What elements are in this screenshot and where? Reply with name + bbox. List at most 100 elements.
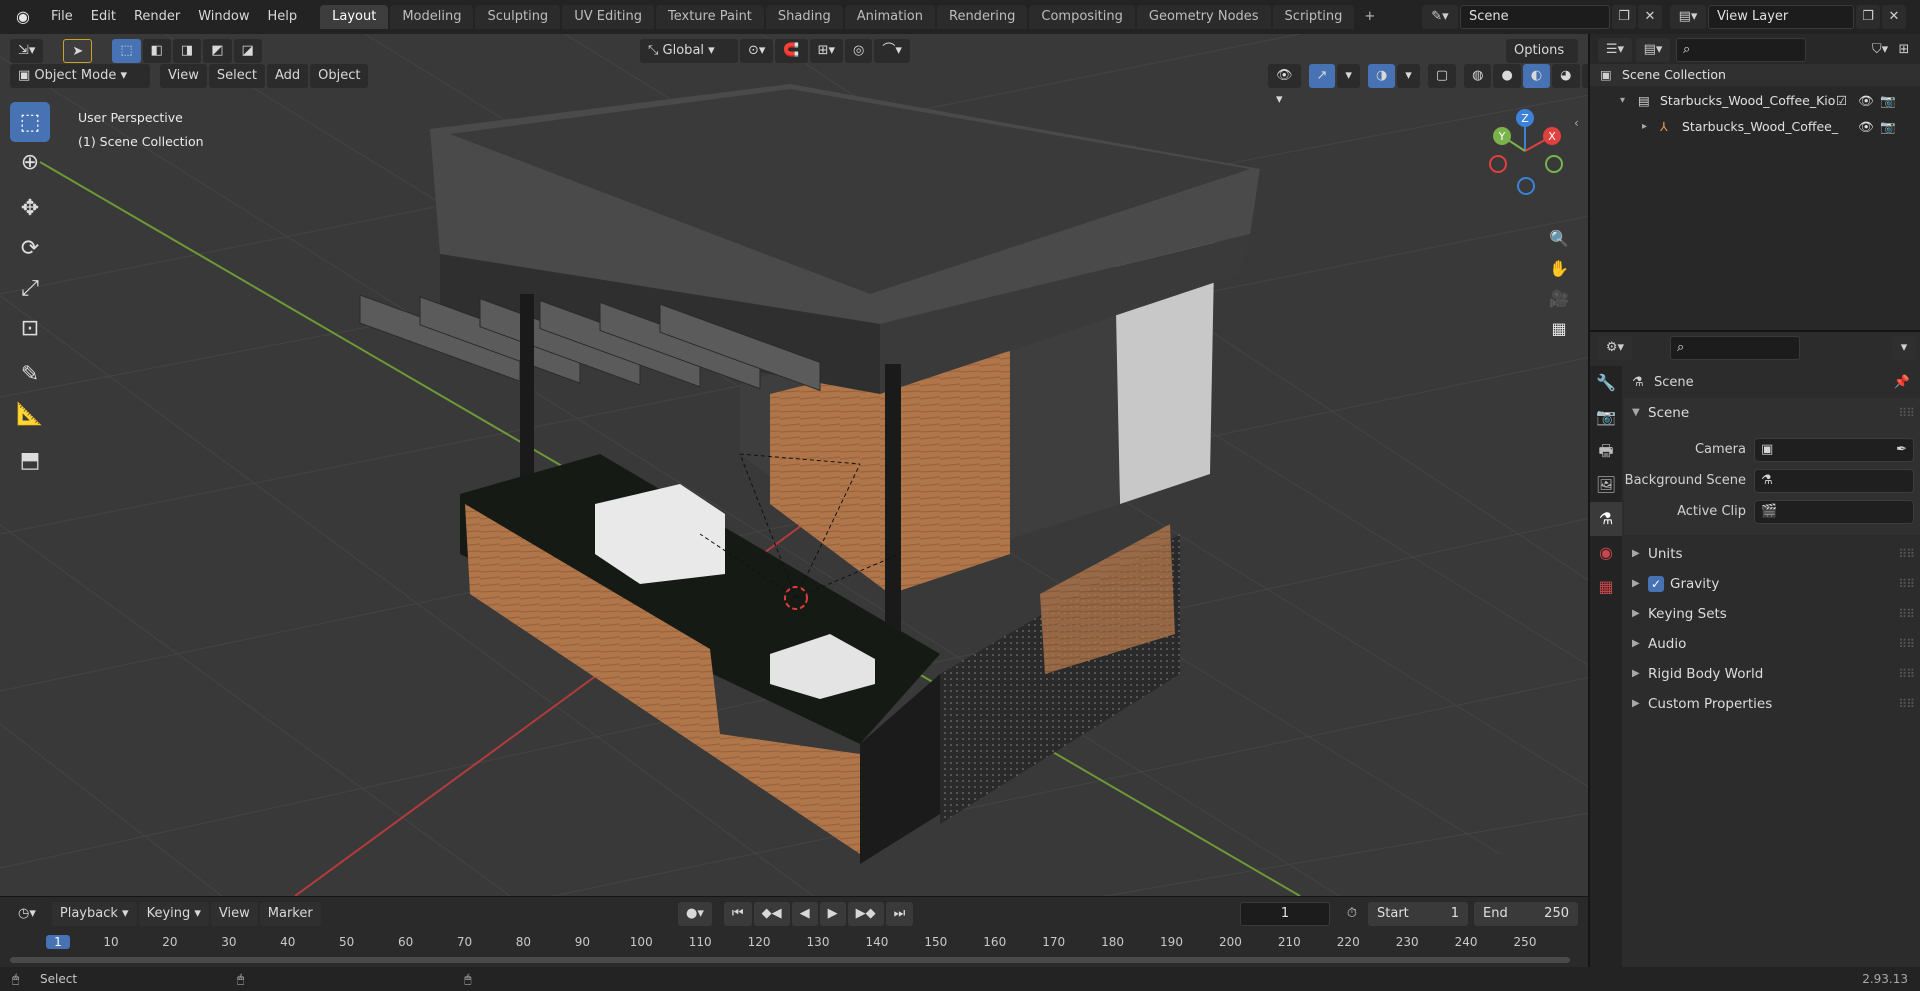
- menu-edit[interactable]: Edit: [82, 0, 125, 34]
- timeline-scrollbar[interactable]: [10, 957, 1570, 963]
- visibility-eye-icon[interactable]: 👁: [1858, 114, 1880, 140]
- gravity-checkbox[interactable]: ✓: [1648, 576, 1664, 592]
- tool-tab-icon[interactable]: 🔧: [1590, 366, 1622, 400]
- transform-tool-icon[interactable]: ⊡: [10, 308, 50, 348]
- texture-tab-icon[interactable]: ▦: [1590, 570, 1622, 604]
- tab-animation[interactable]: Animation: [844, 5, 935, 29]
- tab-compositing[interactable]: Compositing: [1029, 5, 1135, 29]
- record-icon[interactable]: ●▾: [678, 902, 712, 926]
- scene-tab-icon[interactable]: ⚗: [1590, 502, 1622, 536]
- prev-keyframe-icon[interactable]: ◆◀: [753, 902, 790, 926]
- jump-start-icon[interactable]: ⏮: [723, 902, 752, 926]
- move-tool-icon[interactable]: ✥: [10, 188, 50, 228]
- drag-handle-icon[interactable]: ⠿⠿: [1898, 629, 1915, 659]
- outliner-row-collection[interactable]: ▾ ▤ Starbucks_Wood_Coffee_Kios ☑ 👁 📷: [1620, 88, 1920, 114]
- camera-field[interactable]: ▣ ✒: [1754, 437, 1914, 462]
- end-frame-field[interactable]: End 250: [1474, 902, 1578, 926]
- eyedropper-icon[interactable]: ✒: [1896, 442, 1907, 457]
- xray-icon[interactable]: ▢: [1427, 64, 1457, 88]
- proportional-falloff-icon[interactable]: ⌒▾: [874, 39, 910, 63]
- visibility-eye-icon[interactable]: 👁: [1858, 88, 1880, 114]
- view-layer-tab-icon[interactable]: 🖼: [1590, 468, 1622, 502]
- outliner-editor-icon[interactable]: ☰▾: [1598, 38, 1632, 62]
- play-reverse-icon[interactable]: ◀: [791, 902, 818, 926]
- frame-ruler[interactable]: 1 10 20 30 40 50 60 70 80 90 100 110 120 130 140 150 160…: [0, 933, 1588, 955]
- properties-options-icon[interactable]: ▾: [1892, 336, 1916, 360]
- select-mode-invert-icon[interactable]: ◩: [203, 39, 232, 63]
- render-camera-icon[interactable]: 📷: [1880, 114, 1900, 140]
- gizmo-toggle-icon[interactable]: ↗: [1308, 64, 1336, 88]
- menu-file[interactable]: File: [42, 0, 82, 34]
- zoom-icon[interactable]: 🔍: [1544, 224, 1574, 254]
- select-mode-intersect-icon[interactable]: ◪: [233, 39, 262, 63]
- snap-icon[interactable]: 🧲: [775, 39, 808, 63]
- rigid-body-world-panel[interactable]: ▶ Rigid Body World ⠿⠿: [1624, 659, 1920, 689]
- custom-properties-panel[interactable]: ▶ Custom Properties ⠿⠿: [1624, 689, 1920, 719]
- overlay-dropdown-icon[interactable]: ▾: [1397, 64, 1420, 88]
- menu-render[interactable]: Render: [125, 0, 189, 34]
- scene-name-field[interactable]: Scene: [1460, 5, 1610, 29]
- active-clip-field[interactable]: 🎬: [1754, 499, 1914, 524]
- background-scene-field[interactable]: ⚗: [1754, 468, 1914, 493]
- render-camera-icon[interactable]: 📷: [1880, 88, 1900, 114]
- gizmo-dropdown-icon[interactable]: ▾: [1337, 64, 1360, 88]
- menu-object[interactable]: Object: [310, 64, 369, 88]
- menu-help[interactable]: Help: [259, 0, 307, 34]
- start-frame-field[interactable]: Start 1: [1368, 902, 1468, 926]
- timeline-scroll-thumb[interactable]: [10, 957, 1570, 963]
- view-layer-name-field[interactable]: View Layer: [1708, 5, 1854, 29]
- expand-chevron-icon[interactable]: ▸: [1642, 114, 1660, 140]
- current-frame-marker[interactable]: 1: [46, 935, 70, 949]
- menu-keying[interactable]: Keying ▾: [138, 902, 209, 926]
- view-layer-close-icon[interactable]: ✕: [1882, 5, 1906, 29]
- navigation-gizmo[interactable]: Z X Y: [1480, 106, 1570, 196]
- options-dropdown[interactable]: Options ▾: [1506, 39, 1578, 82]
- filter-icon[interactable]: ⛉▾: [1868, 38, 1892, 62]
- gravity-panel[interactable]: ▶ ✓ Gravity ⠿⠿: [1624, 569, 1920, 599]
- add-cube-tool-icon[interactable]: ⬒: [10, 440, 50, 480]
- tab-sculpting[interactable]: Sculpting: [475, 5, 561, 29]
- outliner-row-scene-collection[interactable]: ▣ Scene Collection: [1600, 62, 1726, 88]
- ortho-grid-icon[interactable]: ▦: [1544, 314, 1574, 344]
- menu-marker[interactable]: Marker: [259, 902, 321, 926]
- annotate-tool-icon[interactable]: ✎: [10, 354, 50, 394]
- menu-timeline-view[interactable]: View: [210, 902, 258, 926]
- timeline-editor-icon[interactable]: ◷▾: [10, 902, 44, 926]
- drag-handle-icon[interactable]: ⠿⠿: [1898, 689, 1915, 719]
- drag-handle-icon[interactable]: ⠿⠿: [1898, 599, 1915, 629]
- preview-range-icon[interactable]: ⏱: [1340, 902, 1364, 926]
- audio-panel[interactable]: ▶ Audio ⠿⠿: [1624, 629, 1920, 659]
- shading-wireframe-icon[interactable]: ◍: [1464, 64, 1492, 88]
- jump-end-icon[interactable]: ⏭: [885, 902, 914, 926]
- camera-view-icon[interactable]: 🎥: [1544, 284, 1574, 314]
- scene-close-icon[interactable]: ✕: [1638, 5, 1662, 29]
- menu-playback[interactable]: Playback ▾: [51, 902, 137, 926]
- sidebar-toggle-icon[interactable]: ‹: [1574, 116, 1579, 130]
- tab-geometry-nodes[interactable]: Geometry Nodes: [1136, 5, 1271, 29]
- play-icon[interactable]: ▶: [819, 902, 846, 926]
- select-box-tool-icon[interactable]: ⬚: [10, 102, 50, 142]
- tab-rendering[interactable]: Rendering: [937, 5, 1028, 29]
- visibility-icon[interactable]: 👁▾: [1268, 64, 1301, 107]
- editor-type-icon[interactable]: ⇲▾: [10, 39, 44, 63]
- exclude-checkbox-icon[interactable]: ☑: [1836, 88, 1858, 114]
- menu-select[interactable]: Select: [208, 64, 265, 88]
- keying-sets-panel[interactable]: ▶ Keying Sets ⠿⠿: [1624, 599, 1920, 629]
- display-mode-icon[interactable]: ▤▾: [1636, 38, 1670, 62]
- pin-icon[interactable]: 📌: [1894, 375, 1910, 390]
- menu-view[interactable]: View: [160, 64, 207, 88]
- select-mode-new-icon[interactable]: ⬚: [112, 39, 141, 63]
- new-collection-icon[interactable]: ⊞: [1892, 38, 1916, 62]
- drag-handle-icon[interactable]: ⠿⠿: [1898, 659, 1915, 689]
- view-layer-copy-icon[interactable]: ❐: [1856, 5, 1880, 29]
- output-tab-icon[interactable]: 🖶: [1590, 434, 1622, 468]
- overlay-toggle-icon[interactable]: ◑: [1367, 64, 1396, 88]
- 3d-viewport[interactable]: ⇲▾ ➤ ⬚ ◧ ◨ ◩ ◪ ⤡ Global ▾ ⊙▾ 🧲 ⊞▾ ◎ ⌒▾ O…: [0, 34, 1588, 896]
- render-tab-icon[interactable]: 📷: [1590, 400, 1622, 434]
- select-tool-icon[interactable]: ➤: [63, 39, 93, 63]
- tab-scripting[interactable]: Scripting: [1272, 5, 1355, 29]
- menu-window[interactable]: Window: [189, 0, 258, 34]
- drag-handle-icon[interactable]: ⠿⠿: [1898, 539, 1915, 569]
- view-layer-browse-icon[interactable]: ▤▾: [1670, 5, 1706, 29]
- drag-handle-icon[interactable]: ⠿⠿: [1898, 398, 1915, 428]
